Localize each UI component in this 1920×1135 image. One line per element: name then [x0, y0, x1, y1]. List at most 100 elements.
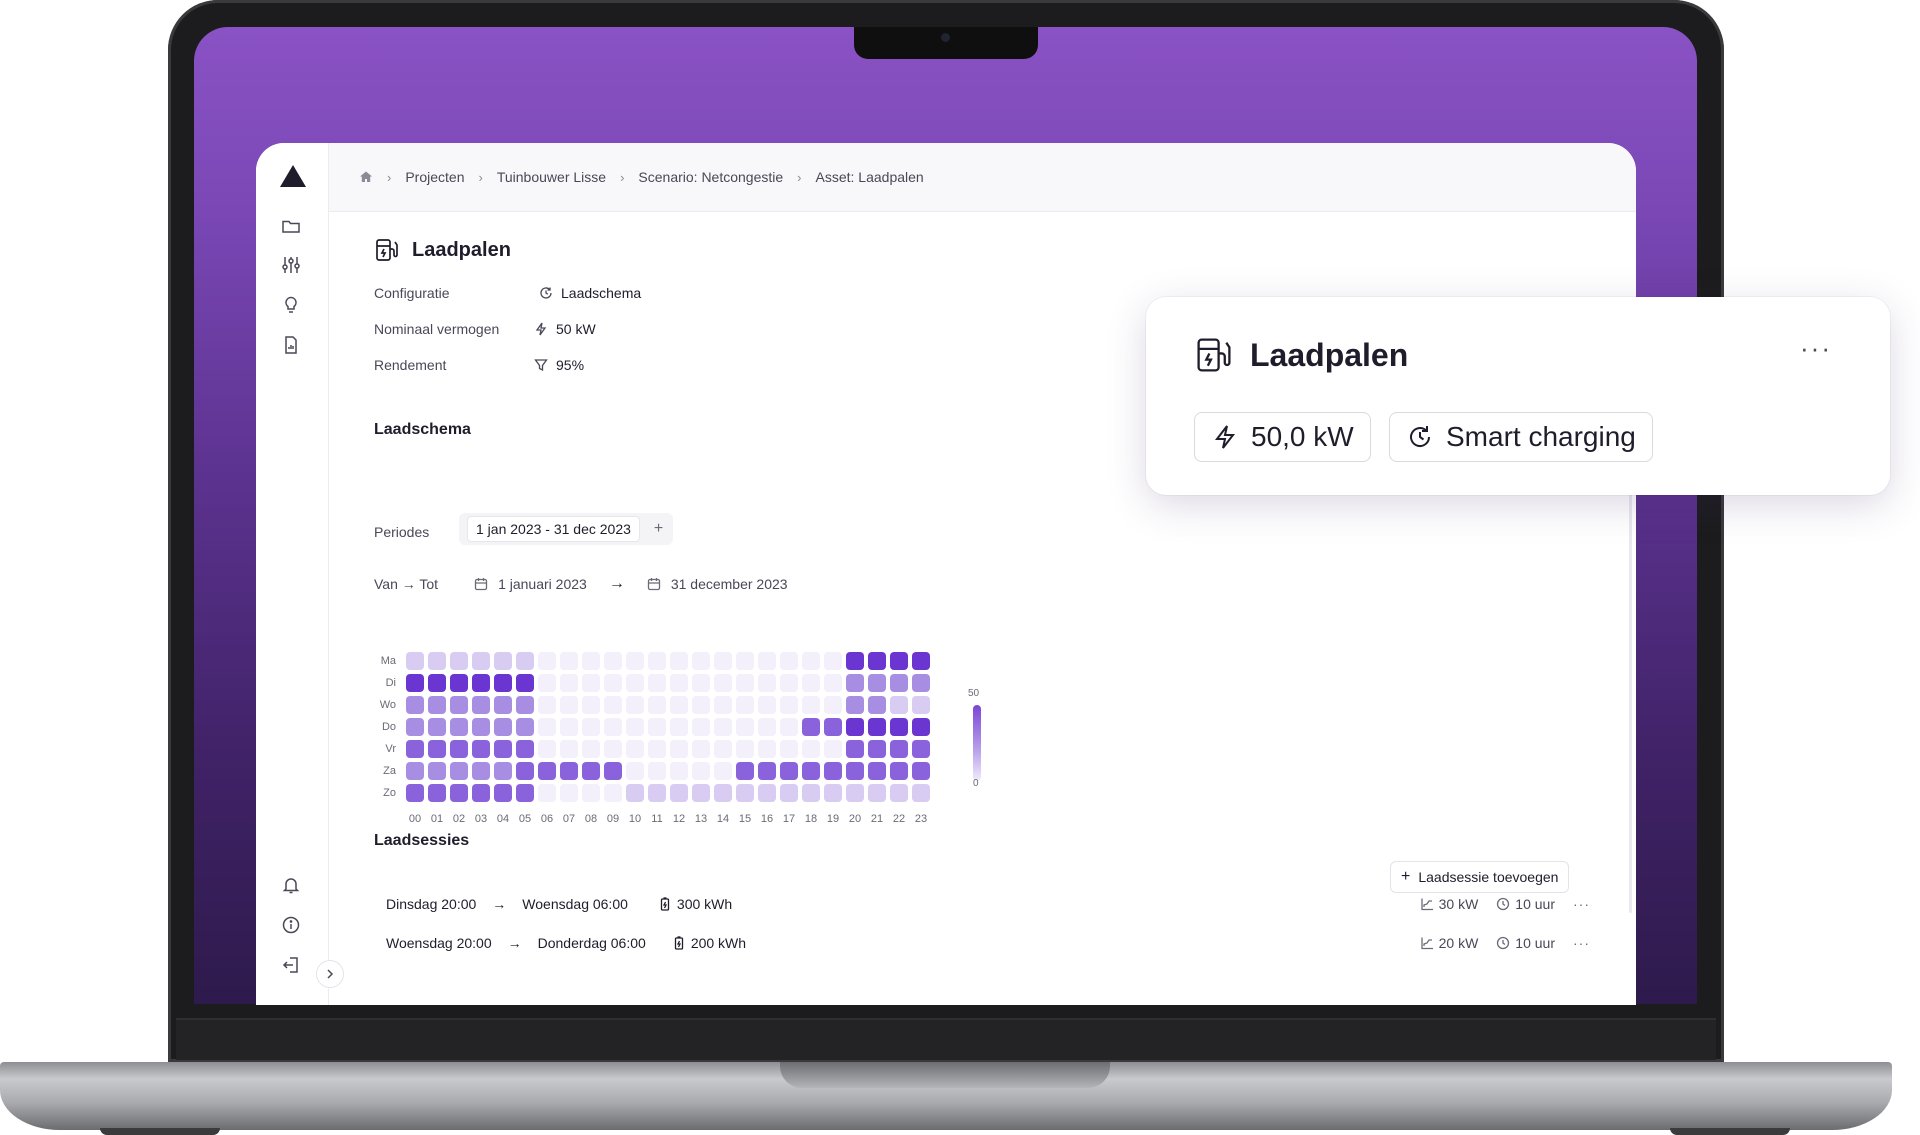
- heatmap-cell[interactable]: [846, 784, 864, 802]
- breadcrumb-asset[interactable]: Asset: Laadpalen: [816, 169, 924, 185]
- heatmap-cell[interactable]: [560, 696, 578, 714]
- more-options-icon[interactable]: ···: [1573, 896, 1590, 912]
- logo-icon[interactable]: [280, 165, 306, 187]
- heatmap-cell[interactable]: [714, 674, 732, 692]
- to-date[interactable]: 31 december 2023: [671, 576, 788, 592]
- heatmap-cell[interactable]: [560, 784, 578, 802]
- add-period-button[interactable]: +: [654, 520, 663, 538]
- heatmap-cell[interactable]: [824, 740, 842, 758]
- heatmap-cell[interactable]: [736, 696, 754, 714]
- heatmap-cell[interactable]: [406, 740, 424, 758]
- heatmap-cell[interactable]: [714, 718, 732, 736]
- heatmap-cell[interactable]: [780, 652, 798, 670]
- heatmap-cell[interactable]: [538, 784, 556, 802]
- heatmap-cell[interactable]: [802, 740, 820, 758]
- heatmap-cell[interactable]: [758, 696, 776, 714]
- heatmap-cell[interactable]: [912, 784, 930, 802]
- heatmap-cell[interactable]: [868, 740, 886, 758]
- heatmap-cell[interactable]: [538, 718, 556, 736]
- home-icon[interactable]: [359, 170, 373, 184]
- heatmap-cell[interactable]: [802, 784, 820, 802]
- heatmap-cell[interactable]: [912, 674, 930, 692]
- heatmap-cell[interactable]: [450, 762, 468, 780]
- heatmap-cell[interactable]: [758, 740, 776, 758]
- heatmap-cell[interactable]: [582, 718, 600, 736]
- heatmap-cell[interactable]: [758, 718, 776, 736]
- heatmap-cell[interactable]: [516, 652, 534, 670]
- heatmap-cell[interactable]: [780, 696, 798, 714]
- heatmap-cell[interactable]: [560, 652, 578, 670]
- heatmap-cell[interactable]: [582, 674, 600, 692]
- info-icon[interactable]: [280, 914, 302, 936]
- heatmap-cell[interactable]: [692, 762, 710, 780]
- folder-icon[interactable]: [280, 215, 302, 237]
- heatmap-cell[interactable]: [670, 652, 688, 670]
- heatmap-cell[interactable]: [472, 740, 490, 758]
- heatmap-cell[interactable]: [428, 740, 446, 758]
- heatmap-cell[interactable]: [758, 674, 776, 692]
- heatmap-cell[interactable]: [736, 784, 754, 802]
- heatmap-cell[interactable]: [582, 762, 600, 780]
- heatmap-cell[interactable]: [604, 718, 622, 736]
- heatmap-cell[interactable]: [868, 762, 886, 780]
- heatmap-cell[interactable]: [824, 652, 842, 670]
- heatmap-cell[interactable]: [780, 784, 798, 802]
- heatmap-cell[interactable]: [670, 696, 688, 714]
- heatmap-cell[interactable]: [626, 718, 644, 736]
- heatmap-cell[interactable]: [626, 674, 644, 692]
- heatmap-cell[interactable]: [472, 784, 490, 802]
- power-badge[interactable]: 50,0 kW: [1194, 412, 1371, 462]
- heatmap-cell[interactable]: [472, 718, 490, 736]
- heatmap-cell[interactable]: [472, 652, 490, 670]
- heatmap-cell[interactable]: [802, 696, 820, 714]
- heatmap-cell[interactable]: [648, 740, 666, 758]
- sliders-icon[interactable]: [280, 254, 302, 276]
- heatmap-cell[interactable]: [516, 784, 534, 802]
- heatmap-cell[interactable]: [494, 740, 512, 758]
- heatmap-cell[interactable]: [560, 674, 578, 692]
- heatmap-cell[interactable]: [802, 674, 820, 692]
- heatmap-cell[interactable]: [626, 762, 644, 780]
- heatmap-cell[interactable]: [406, 696, 424, 714]
- heatmap-cell[interactable]: [912, 718, 930, 736]
- heatmap-cell[interactable]: [538, 696, 556, 714]
- heatmap-cell[interactable]: [582, 784, 600, 802]
- heatmap-cell[interactable]: [714, 740, 732, 758]
- heatmap-cell[interactable]: [494, 674, 512, 692]
- heatmap-cell[interactable]: [406, 762, 424, 780]
- heatmap-cell[interactable]: [648, 784, 666, 802]
- breadcrumb-scenario[interactable]: Scenario: Netcongestie: [638, 169, 783, 185]
- heatmap-cell[interactable]: [692, 674, 710, 692]
- heatmap-cell[interactable]: [516, 762, 534, 780]
- heatmap-cell[interactable]: [846, 696, 864, 714]
- heatmap-cell[interactable]: [560, 718, 578, 736]
- heatmap-cell[interactable]: [406, 784, 424, 802]
- property-value[interactable]: 50 kW: [534, 321, 596, 337]
- heatmap-cell[interactable]: [494, 784, 512, 802]
- heatmap-cell[interactable]: [560, 762, 578, 780]
- add-session-button[interactable]: + Laadsessie toevoegen: [1390, 861, 1570, 893]
- heatmap-cell[interactable]: [494, 718, 512, 736]
- heatmap-cell[interactable]: [714, 696, 732, 714]
- heatmap-cell[interactable]: [450, 718, 468, 736]
- heatmap-cell[interactable]: [516, 674, 534, 692]
- heatmap-cell[interactable]: [802, 652, 820, 670]
- heatmap-cell[interactable]: [428, 674, 446, 692]
- more-options-icon[interactable]: ···: [1573, 935, 1590, 951]
- heatmap-cell[interactable]: [538, 652, 556, 670]
- heatmap-cell[interactable]: [428, 718, 446, 736]
- heatmap-cell[interactable]: [868, 652, 886, 670]
- heatmap-cell[interactable]: [714, 652, 732, 670]
- heatmap-cell[interactable]: [890, 718, 908, 736]
- breadcrumb-project[interactable]: Tuinbouwer Lisse: [497, 169, 606, 185]
- heatmap-cell[interactable]: [670, 784, 688, 802]
- heatmap-cell[interactable]: [824, 674, 842, 692]
- heatmap-cell[interactable]: [692, 740, 710, 758]
- heatmap-cell[interactable]: [890, 674, 908, 692]
- heatmap-cell[interactable]: [736, 740, 754, 758]
- heatmap-cell[interactable]: [582, 740, 600, 758]
- heatmap-cell[interactable]: [868, 696, 886, 714]
- heatmap-cell[interactable]: [868, 784, 886, 802]
- heatmap-cell[interactable]: [846, 718, 864, 736]
- session-row[interactable]: Woensdag 20:00 → Donderdag 06:00 200 kWh…: [386, 931, 1590, 955]
